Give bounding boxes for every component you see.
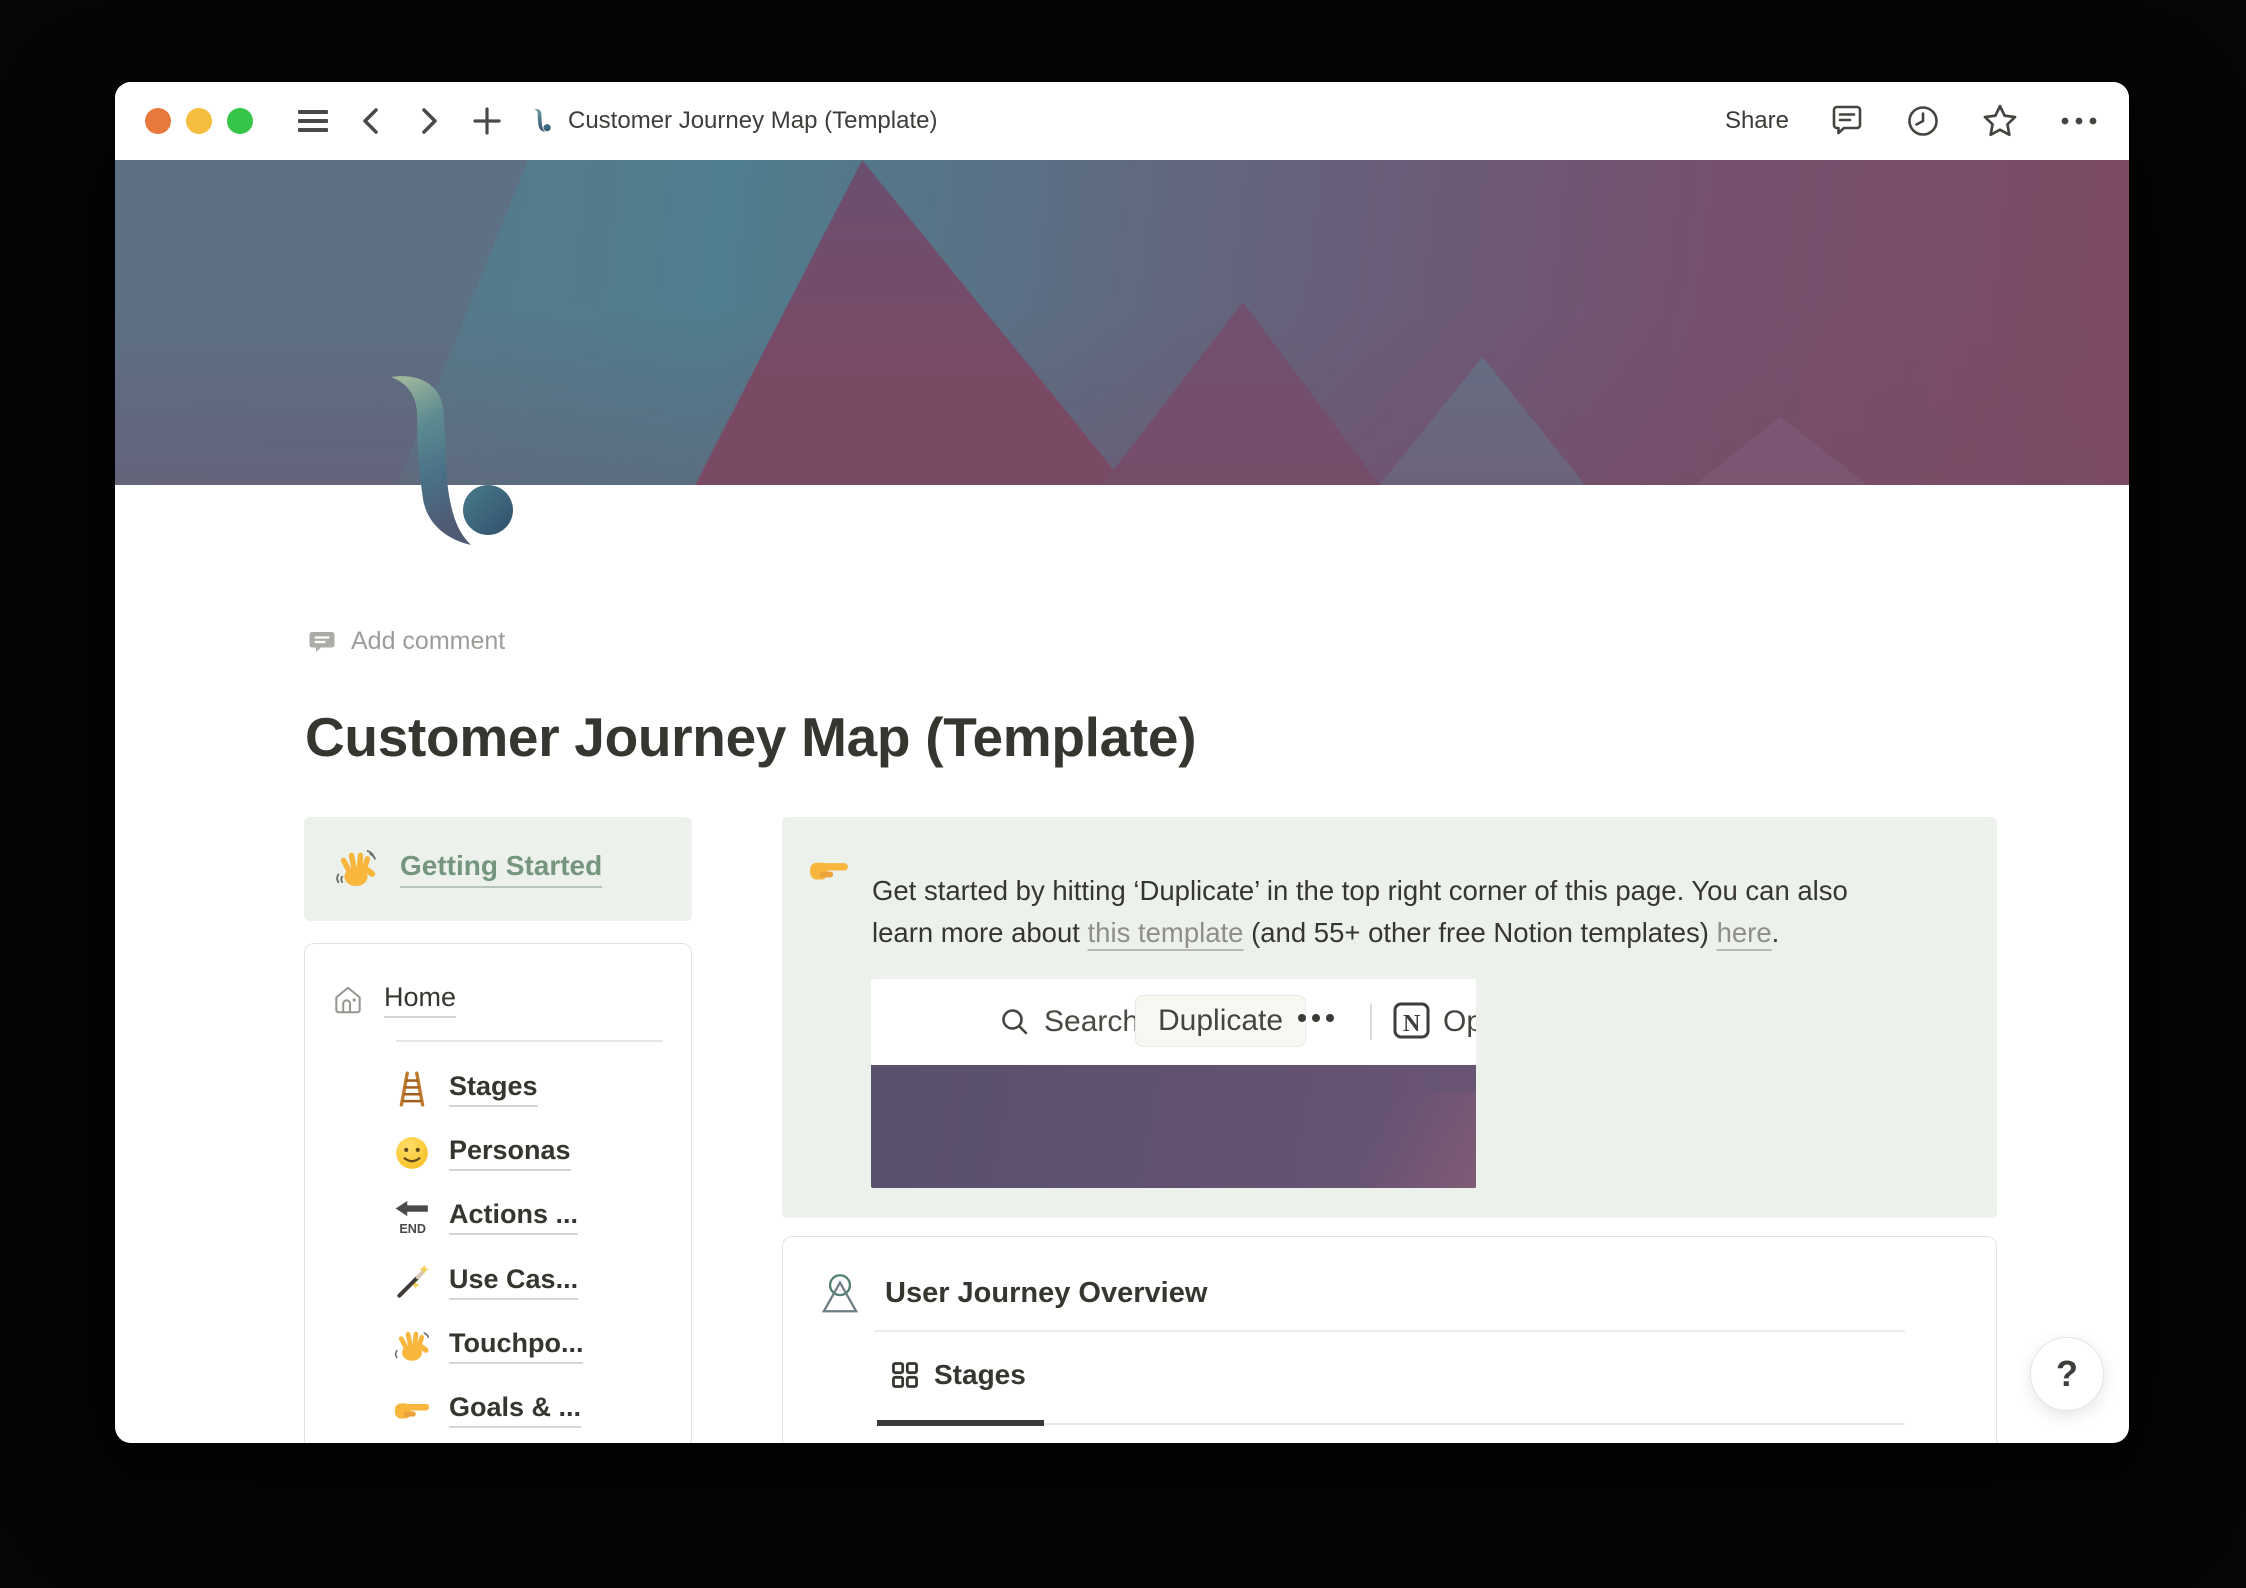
close-button[interactable] xyxy=(145,108,171,134)
user-journey-icon xyxy=(816,1269,864,1317)
minimize-button[interactable] xyxy=(186,108,212,134)
svg-text:N: N xyxy=(1403,1011,1421,1037)
star-icon xyxy=(1981,102,2019,140)
getting-started-callout: Getting Started xyxy=(304,817,692,921)
traffic-lights xyxy=(145,108,253,134)
screenshot-open-label: Open in app xyxy=(1443,1005,1476,1038)
speech-bubble-icon xyxy=(308,628,336,656)
tab-stages[interactable]: Stages xyxy=(890,1359,1026,1391)
nav-item-goals: Goals & ... xyxy=(393,1386,582,1434)
page-title: Customer Journey Map (Template) xyxy=(305,705,1197,768)
help-button[interactable]: ? xyxy=(2030,1337,2104,1411)
add-comment-label: Add comment xyxy=(351,627,506,655)
forward-button[interactable] xyxy=(407,99,451,143)
comment-icon xyxy=(1829,103,1865,139)
callout-text-segment: . xyxy=(1771,916,1780,948)
divider xyxy=(1370,1004,1372,1040)
forward-icon xyxy=(416,106,442,136)
titlebar-page-title: Customer Journey Map (Template) xyxy=(568,107,938,134)
notion-logo-icon: N xyxy=(1391,1000,1433,1042)
comments-button[interactable] xyxy=(1829,103,1865,139)
user-journey-overview-card: User Journey Overview Stages xyxy=(782,1236,1997,1443)
tab-active-indicator xyxy=(877,1420,1044,1426)
svg-text:END: END xyxy=(399,1222,426,1236)
back-icon xyxy=(358,106,384,136)
sidebar-toggle-button[interactable] xyxy=(291,99,335,143)
nav-item-touchpoints: Touchpo... xyxy=(393,1322,584,1370)
screenshot-duplicate-button: Duplicate xyxy=(1135,995,1307,1047)
page-icon-logo xyxy=(383,373,521,563)
tab-stages-label: Stages xyxy=(934,1359,1026,1390)
nav-item-actions: END Actions ... xyxy=(393,1193,579,1241)
getting-started-link[interactable]: Getting Started xyxy=(400,850,603,888)
nav-item-personas: Personas xyxy=(393,1129,571,1177)
ellipsis-icon xyxy=(1296,1012,1340,1024)
breadcrumb[interactable]: Customer Journey Map (Template) xyxy=(533,107,937,135)
notion-window: Customer Journey Map (Template) Share Ad… xyxy=(115,82,2129,1443)
magic-wand-emoji xyxy=(393,1263,431,1301)
help-icon: ? xyxy=(2056,1353,2078,1394)
wave-emoji xyxy=(393,1327,431,1365)
overview-title: User Journey Overview xyxy=(885,1276,1208,1309)
point-right-emoji xyxy=(393,1391,431,1429)
wave-emoji xyxy=(334,847,378,891)
plus-icon xyxy=(472,106,502,136)
nav-card: Home Stages Personas END Actions ... Use… xyxy=(304,943,692,1443)
titlebar-actions: Share xyxy=(1725,102,2099,140)
duplicate-callout: Get started by hitting ‘Duplicate’ in th… xyxy=(782,817,1997,1218)
callout-text-segment: (and 55+ other free Notion templates) xyxy=(1243,916,1717,948)
clock-icon xyxy=(1905,103,1941,139)
screenshot-search-button: Search xyxy=(999,979,1139,1065)
favorite-button[interactable] xyxy=(1981,102,2019,140)
back-button[interactable] xyxy=(349,99,393,143)
ladder-emoji xyxy=(393,1070,431,1108)
updates-button[interactable] xyxy=(1905,103,1941,139)
here-link[interactable]: here xyxy=(1717,917,1772,948)
more-button[interactable] xyxy=(2059,115,2099,127)
search-icon xyxy=(999,1006,1031,1038)
divider xyxy=(874,1330,1905,1332)
hamburger-icon xyxy=(296,108,330,134)
this-template-link[interactable]: this template xyxy=(1088,917,1244,948)
divider xyxy=(396,1040,663,1042)
smiley-emoji xyxy=(393,1134,431,1172)
nav-item-stages: Stages xyxy=(393,1065,538,1113)
grid-icon xyxy=(890,1360,920,1390)
ellipsis-icon xyxy=(2059,115,2099,127)
screenshot-cover xyxy=(871,1065,1476,1188)
overview-header: User Journey Overview xyxy=(816,1269,1207,1317)
maximize-button[interactable] xyxy=(227,108,253,134)
new-page-button[interactable] xyxy=(465,99,509,143)
embedded-screenshot: Search Duplicate N Open in app xyxy=(871,979,1476,1188)
house-icon xyxy=(331,983,365,1017)
nav-home-row: Home xyxy=(331,982,457,1018)
add-comment-button[interactable]: Add comment xyxy=(308,627,505,656)
titlebar: Customer Journey Map (Template) Share xyxy=(115,82,2129,160)
desktop: { "titlebar": { "title": "Customer Journ… xyxy=(0,0,2246,1588)
callout-text: Get started by hitting ‘Duplicate’ in th… xyxy=(872,870,1902,954)
nav-item-home[interactable]: Home xyxy=(384,982,457,1018)
page-logo-icon xyxy=(533,108,552,135)
share-button[interactable]: Share xyxy=(1725,107,1789,135)
nav-item-use-cases: Use Cas... xyxy=(393,1258,579,1306)
point-right-emoji xyxy=(808,849,850,891)
end-arrow-emoji: END xyxy=(393,1198,431,1236)
